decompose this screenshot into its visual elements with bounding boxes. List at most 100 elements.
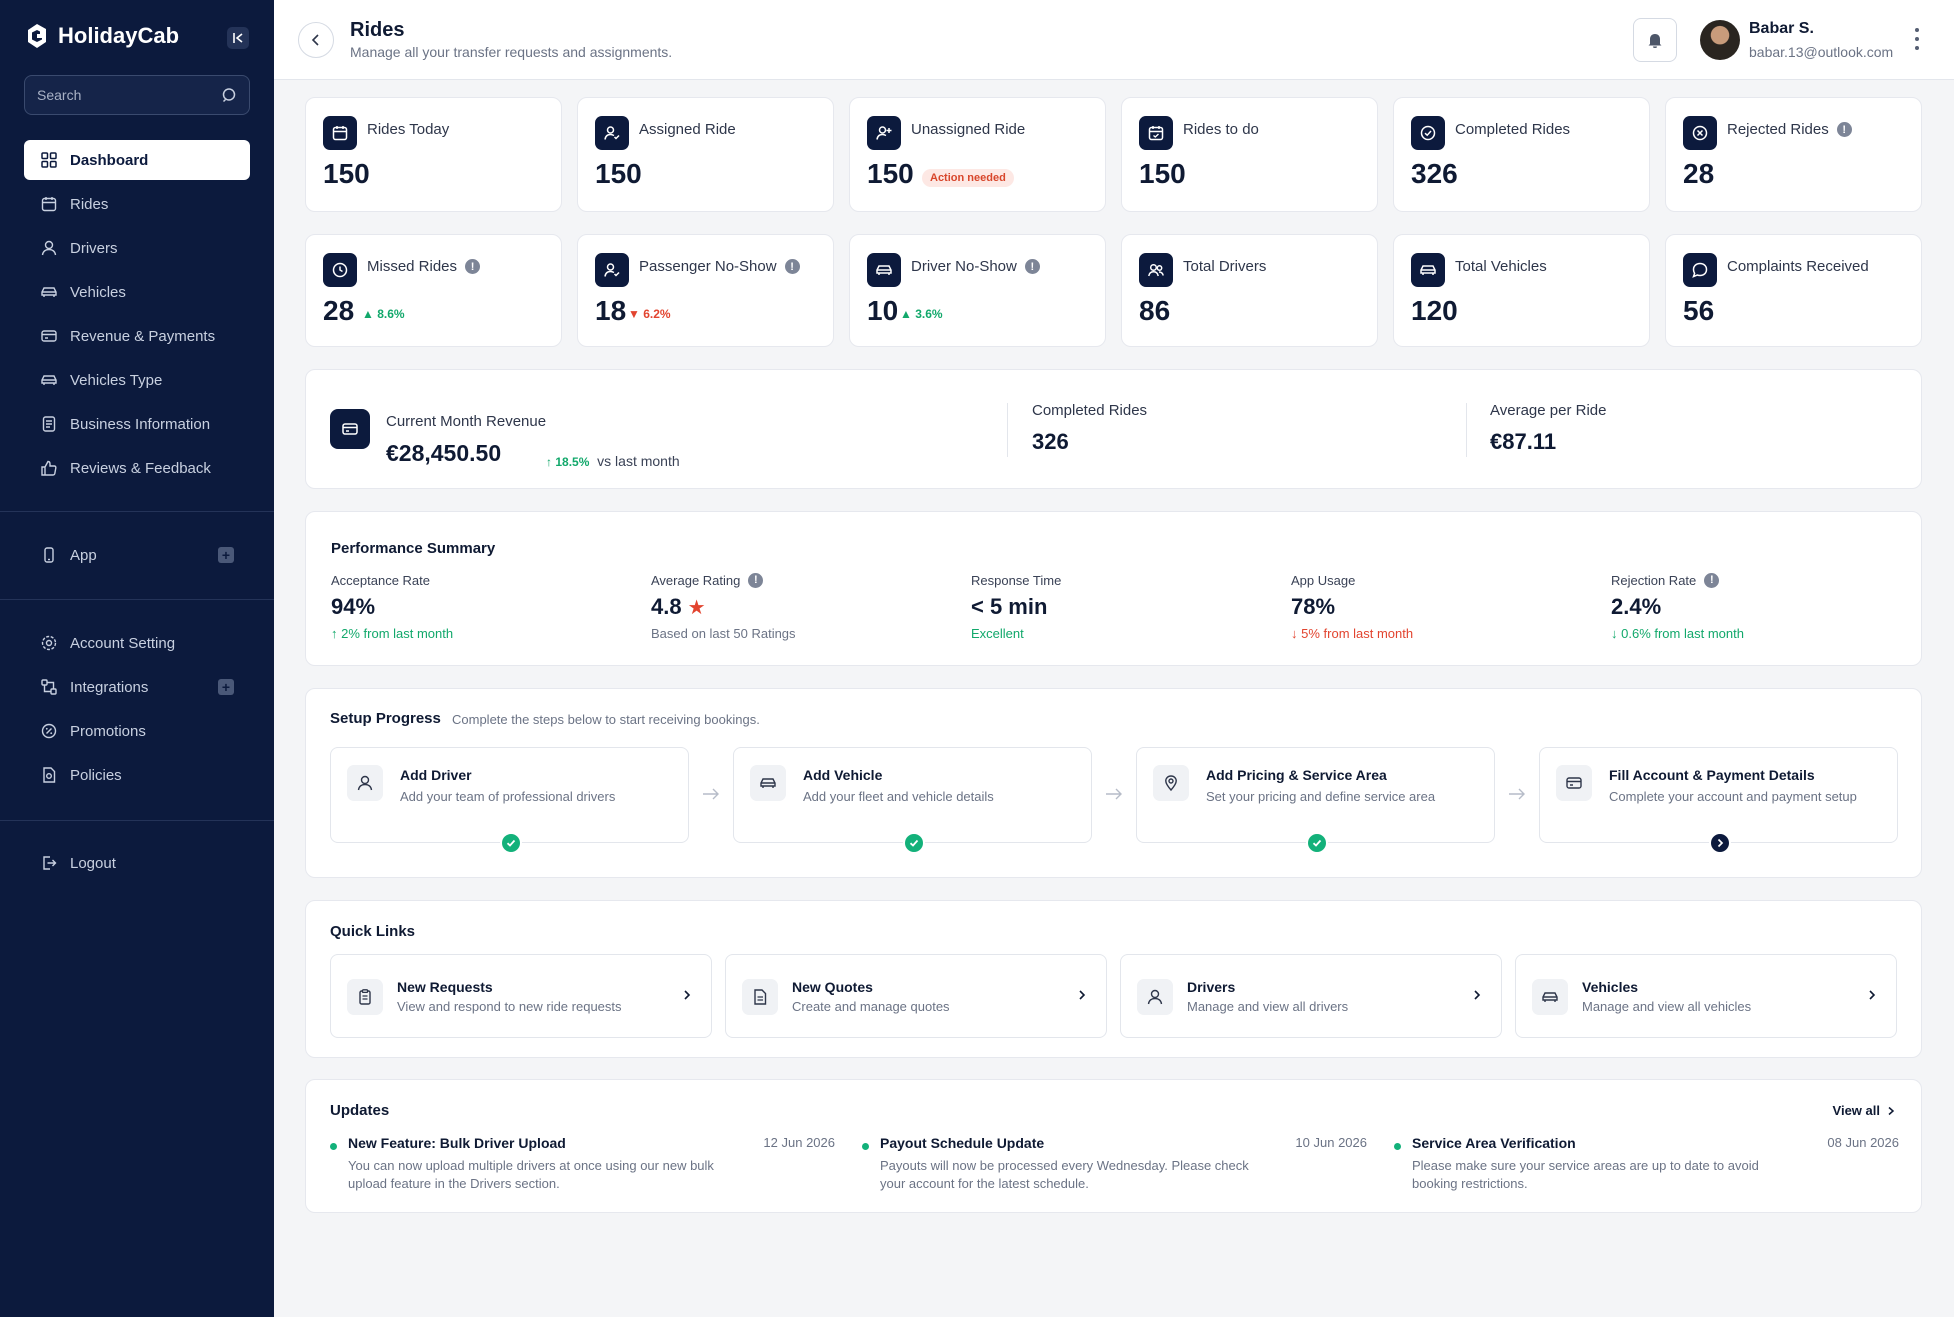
sidebar-divider [0,599,274,600]
view-all-link[interactable]: View all [1833,1103,1896,1118]
completed-rides-value: 326 [1032,429,1069,454]
search-input[interactable] [37,87,207,103]
sidebar-item-integrations[interactable]: Integrations + [24,667,250,707]
stat-card-complaints-received[interactable]: Complaints Received 56 [1665,234,1922,347]
info-icon[interactable]: ! [465,259,481,274]
metric-value: < 5 min [971,594,1048,619]
metric-value: 78% [1291,594,1336,619]
sidebar-item-logout[interactable]: Logout [24,843,250,883]
chevron-right-icon [1079,990,1086,1000]
info-icon[interactable]: ! [1024,259,1040,274]
sidebar-item-app[interactable]: App + [24,535,250,575]
setup-step-add-pricing[interactable]: Add Pricing & Service Area Set your pric… [1136,747,1495,854]
metric-note: ↓ 0.6% from last month [1611,626,1744,641]
info-icon[interactable]: ! [748,572,764,588]
stat-card-driver-no-show[interactable]: Driver No-Show! 10 ▲ 3.6% [849,234,1106,347]
stat-label: Driver No-Show! [911,258,1040,275]
stat-label: Complaints Received [1727,258,1869,275]
quick-link-title: New Requests [397,979,493,995]
sidebar-item-label: Drivers [70,239,118,257]
more-options-button[interactable] [1914,28,1920,50]
setup-step-add-driver[interactable]: Add Driver Add your team of professional… [330,747,689,854]
sidebar-item-label: Account Setting [70,634,176,652]
revenue-label: Current Month Revenue [386,413,547,430]
section-subtitle: Complete the steps below to start receiv… [452,712,760,727]
stat-card-rejected-rides[interactable]: Rejected Rides! 28 [1665,97,1922,212]
sidebar-divider [0,820,274,821]
average-per-ride-label: Average per Ride [1490,402,1607,419]
metric-value: 2.4% [1611,594,1662,619]
stat-card-passenger-no-show[interactable]: Passenger No-Show! 18 ▼ 6.2% [577,234,834,347]
page-title: Rides [350,19,405,41]
car-icon [867,253,901,287]
stat-card-rides-to-do[interactable]: Rides to do 150 [1121,97,1378,212]
stat-label: Unassigned Ride [911,121,1026,138]
update-date: 08 Jun 2026 [1827,1135,1899,1150]
setup-step-add-vehicle[interactable]: Add Vehicle Add your fleet and vehicle d… [733,747,1092,854]
quick-link-new-requests[interactable]: New Requests View and respond to new rid… [330,954,712,1038]
chevron-left-icon [311,34,319,46]
setup-step-fill-account[interactable]: Fill Account & Payment Details Complete … [1539,747,1898,854]
sidebar-item-reviews-feedback[interactable]: Reviews & Feedback [24,448,250,488]
quick-link-vehicles[interactable]: Vehicles Manage and view all vehicles [1515,954,1897,1038]
sidebar-item-rides[interactable]: Rides [24,184,250,224]
stat-value: 120 [1411,295,1458,326]
quick-links-card: Quick Links New Requests View and respon… [305,900,1922,1058]
sidebar-item-vehicles[interactable]: Vehicles [24,272,250,312]
step-title: Add Driver [400,767,472,783]
stat-card-total-drivers[interactable]: Total Drivers 86 [1121,234,1378,347]
stat-card-assigned-ride[interactable]: Assigned Ride 150 [577,97,834,212]
metric-label: Average Rating! [651,572,951,588]
sidebar-item-policies[interactable]: Policies [24,755,250,795]
info-icon[interactable]: ! [1836,122,1852,137]
search-box[interactable] [24,75,250,115]
sidebar-item-dashboard[interactable]: Dashboard [24,140,250,180]
calendar-icon [323,116,357,150]
holidaycab-logo-icon [28,24,46,48]
card-icon [1556,765,1592,801]
metric-label: App Usage [1291,572,1356,588]
avatar[interactable] [1700,20,1740,60]
user-icon [347,765,383,801]
sidebar-item-business-information[interactable]: Business Information [24,404,250,444]
collapse-sidebar-button[interactable] [227,27,249,49]
quick-link-new-quotes[interactable]: New Quotes Create and manage quotes [725,954,1107,1038]
search-icon [222,88,236,103]
info-icon[interactable]: ! [784,259,800,274]
info-icon[interactable]: ! [1704,572,1720,588]
logout-icon [43,856,57,870]
stat-card-rides-today[interactable]: Rides Today 150 [305,97,562,212]
expand-plus-icon[interactable]: + [218,547,234,563]
trend-up: ▲ 8.6% [362,307,405,321]
stat-card-missed-rides[interactable]: Missed Rides! 28 ▲ 8.6% [305,234,562,347]
notifications-button[interactable] [1633,18,1677,62]
metric-label: Acceptance Rate [331,572,431,588]
stat-card-unassigned-ride[interactable]: Unassigned Ride 150 Action needed [849,97,1106,212]
brand[interactable]: HolidayCab [24,22,179,50]
user-email: babar.13@outlook.com [1749,44,1894,60]
quick-link-desc: Create and manage quotes [792,999,950,1014]
sidebar-item-promotions[interactable]: Promotions [24,711,250,751]
user-icon [1137,979,1173,1015]
back-button[interactable] [298,22,334,58]
sidebar-item-account-setting[interactable]: Account Setting [24,623,250,663]
sidebar-item-vehicles-type[interactable]: Vehicles Type [24,360,250,400]
stat-card-completed-rides[interactable]: Completed Rides 326 [1393,97,1650,212]
sidebar-item-drivers[interactable]: Drivers [24,228,250,268]
completed-rides-label: Completed Rides [1032,402,1148,419]
sidebar-item-label: Logout [70,854,116,872]
metric-label: Response Time [971,572,1062,588]
expand-plus-icon[interactable]: + [218,679,234,695]
arrow-right-icon [703,788,719,800]
stat-card-total-vehicles[interactable]: Total Vehicles 120 [1393,234,1650,347]
chevron-right-icon[interactable] [1709,832,1731,854]
star-icon: ★ [687,596,706,619]
step-title: Add Pricing & Service Area [1206,767,1387,783]
quick-link-drivers[interactable]: Drivers Manage and view all drivers [1120,954,1502,1038]
sidebar-item-revenue-payments[interactable]: Revenue & Payments [24,316,250,356]
gear-icon [41,635,57,651]
quick-link-desc: Manage and view all vehicles [1582,999,1752,1014]
user-check-icon [595,116,629,150]
metric-value: 4.8 ★ [651,594,706,619]
stat-value: 18 [595,295,627,326]
